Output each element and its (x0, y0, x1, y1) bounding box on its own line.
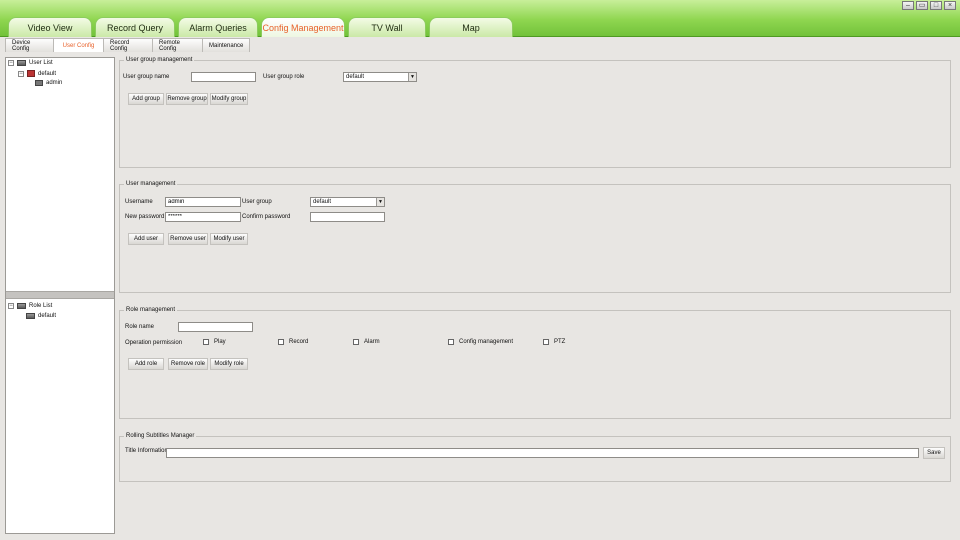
tab-record-query[interactable]: Record Query (95, 17, 175, 37)
group-label: default (38, 70, 57, 77)
checkbox-icon[interactable] (203, 339, 209, 345)
window-controls: – ▭ □ × (902, 1, 956, 10)
title-information-label: Title Information (125, 448, 168, 454)
user-list-label: User List (29, 60, 53, 66)
role-list-icon (17, 303, 26, 309)
permission-label: Alarm (364, 339, 380, 345)
left-panel: − User List − default admin − Role List … (5, 57, 115, 534)
username-label: Username (125, 199, 153, 205)
panel-splitter[interactable] (6, 291, 114, 299)
subtab-maintenance[interactable]: Maintenance (202, 38, 250, 52)
close-button[interactable]: × (944, 1, 956, 10)
user-group-section: User group management User group name Us… (119, 57, 951, 168)
modify-user-button[interactable]: Modify user (210, 233, 248, 245)
tree-collapse-icon[interactable]: − (8, 303, 14, 309)
confirm-password-label: Confirm password (242, 214, 291, 220)
new-password-label: New password (125, 214, 165, 220)
remove-role-button[interactable]: Remove role (168, 358, 208, 370)
permission-config-checkbox[interactable]: Config management (448, 339, 513, 345)
group-role-label: User group role (263, 74, 305, 80)
user-management-section: User management Username User group defa… (119, 181, 951, 293)
subtab-record-config[interactable]: Record Config (103, 38, 153, 52)
tree-node-group-default[interactable]: − default (18, 70, 56, 77)
permission-alarm-checkbox[interactable]: Alarm (353, 339, 380, 345)
group-role-value: default (346, 74, 365, 80)
tree-collapse-icon[interactable]: − (18, 70, 24, 77)
config-subtabs: Device Config User Config Record Config … (5, 38, 250, 52)
user-group-value: default (313, 199, 332, 205)
tree-node-user-list[interactable]: − User List (8, 60, 53, 66)
section-title: User management (124, 181, 178, 188)
new-password-input[interactable] (165, 212, 241, 222)
role-name-input[interactable] (178, 322, 253, 332)
user-group-label: User group (242, 199, 272, 205)
permission-play-checkbox[interactable]: Play (203, 339, 226, 345)
checkbox-icon[interactable] (353, 339, 359, 345)
role-management-section: Role management Role name Operation perm… (119, 307, 951, 419)
minimize-button[interactable]: – (902, 1, 914, 10)
permission-label: Record (289, 339, 309, 345)
checkbox-icon[interactable] (278, 339, 284, 345)
tab-alarm-queries[interactable]: Alarm Queries (178, 17, 258, 37)
tab-config-management[interactable]: Config Management (261, 17, 345, 37)
user-list-icon (17, 60, 26, 66)
add-user-button[interactable]: Add user (128, 233, 164, 245)
subtab-remote-config[interactable]: Remote Config (152, 38, 203, 52)
title-bar: – ▭ □ × Video View Record Query Alarm Qu… (0, 0, 960, 37)
tab-video-view[interactable]: Video View (8, 17, 92, 37)
group-name-input[interactable] (191, 72, 256, 82)
permission-label: Config management (459, 339, 514, 345)
remove-user-button[interactable]: Remove user (168, 233, 208, 245)
confirm-password-input[interactable] (310, 212, 385, 222)
restore-button[interactable]: ▭ (916, 1, 928, 10)
checkbox-icon[interactable] (543, 339, 549, 345)
add-role-button[interactable]: Add role (128, 358, 164, 370)
subtab-device-config[interactable]: Device Config (5, 38, 54, 52)
user-group-select[interactable]: default ▼ (310, 197, 385, 207)
subtab-user-config[interactable]: User Config (53, 38, 104, 52)
save-button[interactable]: Save (923, 447, 945, 459)
permission-record-checkbox[interactable]: Record (278, 339, 308, 345)
maximize-button[interactable]: □ (930, 1, 942, 10)
title-information-input[interactable] (166, 448, 919, 458)
group-icon (27, 70, 35, 77)
tree-collapse-icon[interactable]: − (8, 60, 14, 66)
dropdown-arrow-icon[interactable]: ▼ (408, 73, 416, 81)
tree-node-role-default[interactable]: default (26, 313, 56, 319)
group-role-select[interactable]: default ▼ (343, 72, 417, 82)
role-list-label: Role List (29, 303, 53, 309)
modify-role-button[interactable]: Modify role (210, 358, 248, 370)
section-title: Rolling Subtitles Manager (124, 433, 197, 440)
role-name-label: Role name (125, 324, 155, 330)
role-tree: − Role List default (6, 300, 114, 533)
group-name-label: User group name (123, 74, 170, 80)
add-group-button[interactable]: Add group (128, 93, 164, 105)
user-tree: − User List − default admin (6, 58, 114, 291)
role-icon (26, 313, 35, 319)
permission-ptz-checkbox[interactable]: PTZ (543, 339, 565, 345)
remove-group-button[interactable]: Remove group (166, 93, 208, 105)
checkbox-icon[interactable] (448, 339, 454, 345)
section-title: User group management (124, 57, 195, 64)
permission-label: PTZ (554, 339, 566, 345)
tab-map[interactable]: Map (429, 17, 513, 37)
permission-label: Play (214, 339, 226, 345)
operation-permission-label: Operation permission (125, 340, 183, 346)
username-input[interactable] (165, 197, 241, 207)
tab-tv-wall[interactable]: TV Wall (348, 17, 426, 37)
section-title: Role management (124, 307, 178, 314)
main-tabs: Video View Record Query Alarm Queries Co… (8, 17, 516, 37)
tree-node-role-list[interactable]: − Role List (8, 303, 52, 309)
modify-group-button[interactable]: Modify group (210, 93, 248, 105)
dropdown-arrow-icon[interactable]: ▼ (376, 198, 384, 206)
tree-node-user-admin[interactable]: admin (35, 80, 62, 86)
role-label: default (38, 313, 57, 319)
rolling-subtitles-section: Rolling Subtitles Manager Title Informat… (119, 433, 951, 482)
user-label: admin (46, 80, 63, 86)
user-icon (35, 80, 43, 86)
